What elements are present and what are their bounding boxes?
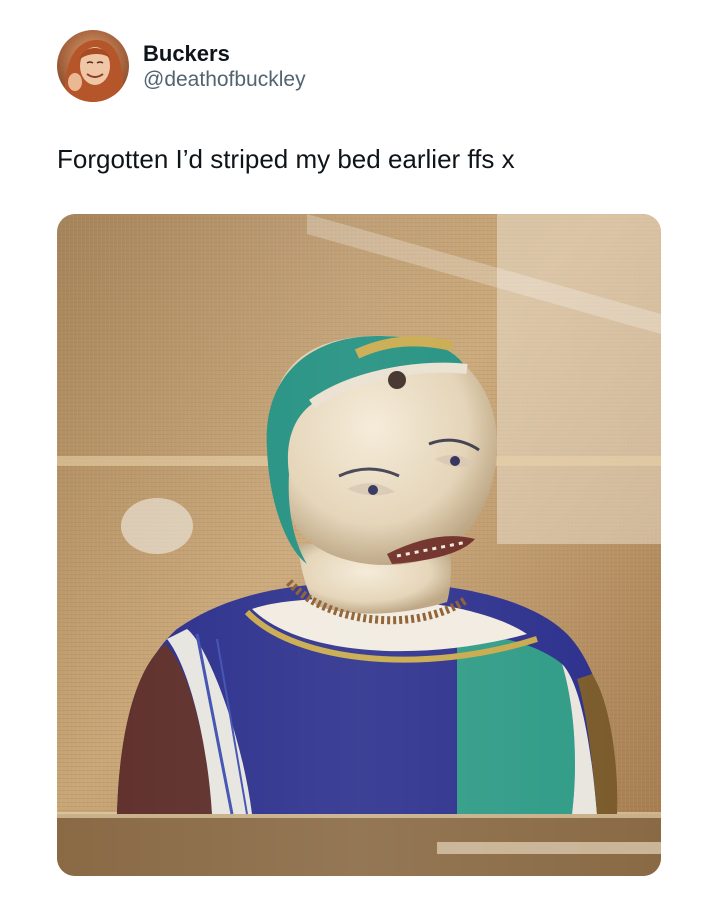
tweet-header: Buckers @deathofbuckley xyxy=(57,30,306,102)
author-display-name[interactable]: Buckers xyxy=(143,40,306,67)
author-handle[interactable]: @deathofbuckley xyxy=(143,67,306,93)
tweet-text: Forgotten I’d striped my bed earlier ffs… xyxy=(57,144,515,174)
author-names: Buckers @deathofbuckley xyxy=(143,40,306,93)
avatar[interactable] xyxy=(57,30,129,102)
tweet-photo[interactable] xyxy=(57,214,661,876)
